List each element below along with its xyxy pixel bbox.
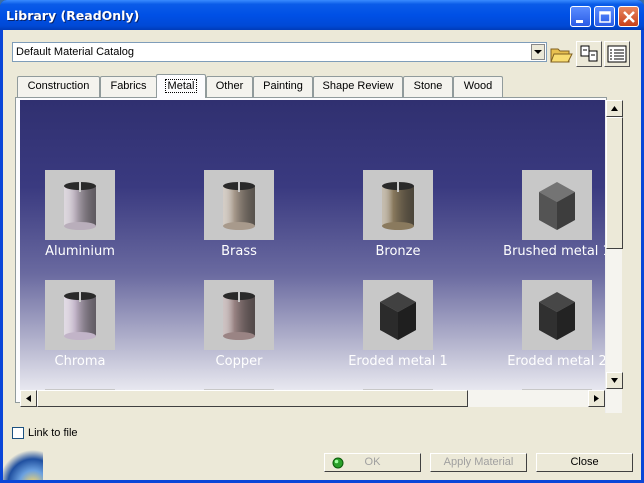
cube-swatch-icon [539, 292, 575, 340]
material-thumbnail[interactable] [45, 280, 115, 350]
close-label: Close [570, 456, 599, 468]
arrow-left-icon [26, 395, 31, 402]
material-thumbnail[interactable] [45, 170, 115, 240]
title-bar[interactable]: Library (ReadOnly) [0, 0, 644, 30]
material-label: Aluminium [45, 244, 115, 259]
view-list-icon [607, 45, 627, 63]
material-label: Brushed metal 1 [503, 244, 605, 259]
cylinder-swatch-icon [382, 182, 414, 230]
ok-button[interactable]: OK [324, 453, 421, 472]
arrow-up-icon [611, 106, 618, 111]
cube-swatch-icon [539, 182, 575, 230]
dialog-client: Default Material Catalog Construction Fa… [3, 30, 641, 480]
cylinder-swatch-icon [223, 292, 255, 340]
tab-fabrics[interactable]: Fabrics [100, 76, 157, 97]
arrow-right-icon [594, 395, 599, 402]
horizontal-scroll-thumb[interactable] [37, 390, 468, 407]
material-label: Chroma [54, 354, 106, 369]
status-led-icon [332, 457, 344, 469]
category-tabs: Construction Fabrics Metal Other Paintin… [17, 74, 637, 98]
material-thumbnail[interactable] [522, 280, 592, 350]
cylinder-swatch-icon [64, 292, 96, 340]
material-thumbnail[interactable] [204, 170, 274, 240]
material-label: Bronze [375, 244, 421, 259]
materials-view[interactable]: Aluminium Brass Bronze Brushed metal 1 Chrom… [20, 100, 605, 390]
view-icons-button[interactable] [576, 41, 602, 67]
view-thumbnails-icon [580, 45, 598, 62]
material-thumbnail[interactable] [363, 170, 433, 240]
material-thumbnail[interactable] [204, 280, 274, 350]
maximize-icon [599, 11, 611, 23]
scroll-right-button[interactable] [588, 390, 605, 407]
tab-construction[interactable]: Construction [17, 76, 100, 97]
minimize-icon [576, 20, 583, 23]
window-title: Library (ReadOnly) [6, 8, 140, 23]
maximize-button[interactable] [594, 6, 615, 27]
catalog-selected: Default Material Catalog [16, 46, 135, 58]
material-thumbnail[interactable] [363, 280, 433, 350]
chevron-down-icon [534, 50, 542, 54]
tab-shape-review[interactable]: Shape Review [313, 76, 403, 97]
ok-label: OK [364, 456, 381, 468]
cylinder-swatch-icon [64, 182, 96, 230]
material-label: Eroded metal 1 [348, 354, 448, 369]
view-list-button[interactable] [604, 41, 630, 67]
apply-material-button[interactable]: Apply Material [430, 453, 527, 472]
link-to-file-checkbox[interactable] [12, 427, 24, 439]
cube-swatch-icon [380, 292, 416, 340]
link-to-file-label: Link to file [28, 427, 78, 439]
scroll-up-button[interactable] [606, 100, 623, 117]
logo-corner [3, 450, 43, 480]
folder-open-icon [550, 48, 573, 63]
arrow-down-icon [611, 378, 618, 383]
library-window: Library (ReadOnly) Default Material Cata… [0, 0, 644, 483]
scroll-down-button[interactable] [606, 372, 623, 389]
open-catalog-button[interactable] [548, 41, 574, 67]
minimize-button[interactable] [570, 6, 591, 27]
apply-material-label: Apply Material [443, 456, 514, 468]
close-button[interactable]: Close [536, 453, 633, 472]
scroll-left-button[interactable] [20, 390, 37, 407]
tab-other[interactable]: Other [206, 76, 253, 97]
horizontal-scrollbar[interactable] [20, 390, 605, 407]
material-thumbnail[interactable] [522, 170, 592, 240]
tab-painting[interactable]: Painting [253, 76, 313, 97]
close-window-button[interactable] [618, 6, 639, 27]
close-icon [623, 11, 635, 23]
material-label: Brass [221, 244, 257, 259]
tab-metal[interactable]: Metal [156, 74, 206, 98]
dropdown-arrow-button[interactable] [531, 44, 545, 60]
tab-wood[interactable]: Wood [453, 76, 503, 97]
material-label: Eroded metal 2 [507, 354, 605, 369]
catalog-dropdown[interactable]: Default Material Catalog [12, 42, 547, 62]
vertical-scroll-thumb[interactable] [606, 117, 623, 249]
material-label: Copper [215, 354, 263, 369]
cylinder-swatch-icon [223, 182, 255, 230]
vertical-scrollbar[interactable] [605, 100, 623, 413]
tab-stone[interactable]: Stone [403, 76, 453, 97]
